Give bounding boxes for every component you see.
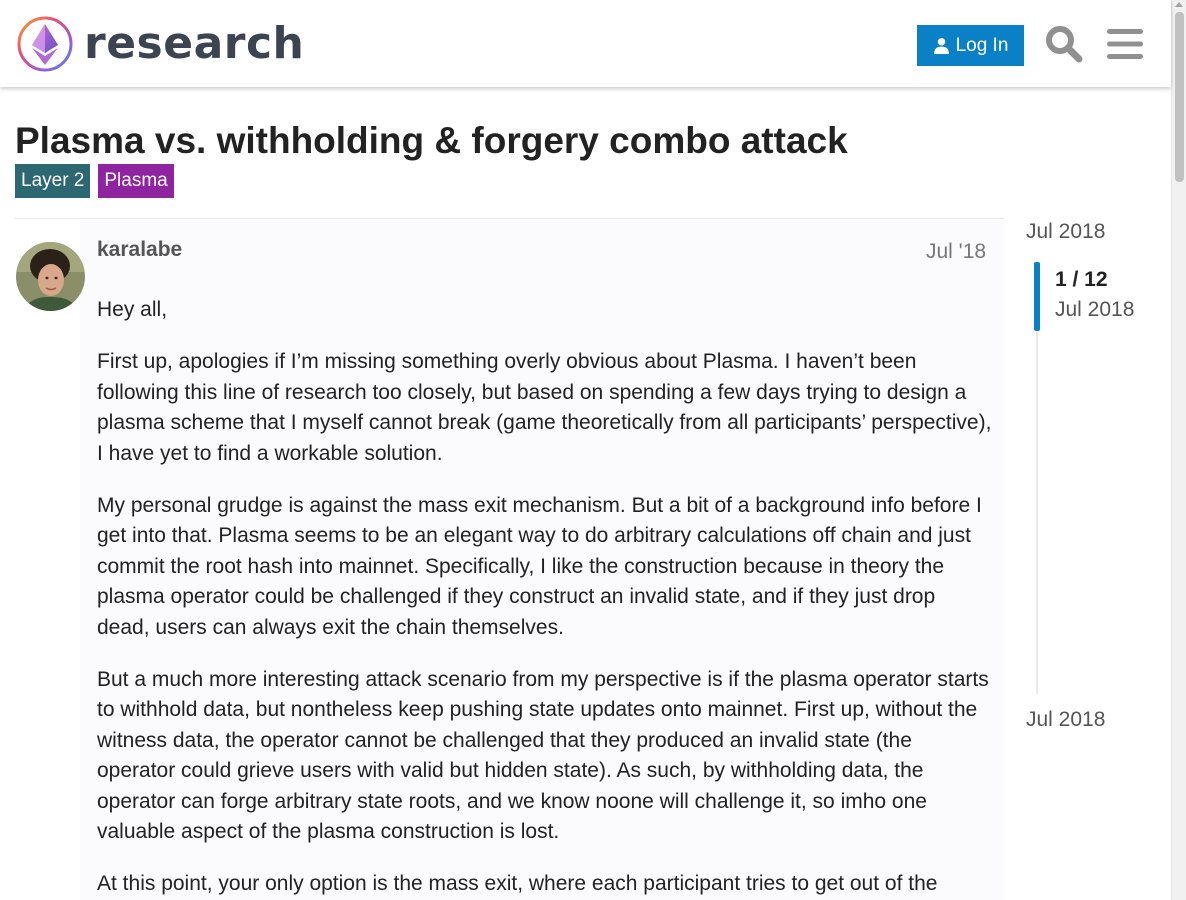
post-content: Hey all, First up, apologies if I’m miss…: [97, 295, 992, 900]
logo-wordmark: research: [84, 18, 305, 69]
post-date[interactable]: Jul '18: [926, 240, 986, 264]
scrollbar-thumb[interactable]: [1175, 12, 1184, 182]
user-avatar-image: [16, 242, 85, 311]
site-header: research Log In: [0, 0, 1171, 87]
login-label: Log In: [955, 34, 1009, 56]
tag-plasma[interactable]: Plasma: [98, 164, 174, 198]
timeline-position-date: Jul 2018: [1055, 298, 1135, 321]
post-username[interactable]: karalabe: [97, 238, 182, 262]
timeline-scroll-handle[interactable]: [1034, 262, 1040, 331]
tag-layer-2[interactable]: Layer 2: [15, 164, 91, 198]
topic-tags: Layer 2 Plasma: [15, 164, 174, 198]
timeline-position: 1 / 12: [1055, 268, 1108, 291]
search-icon: [1046, 26, 1083, 63]
login-button[interactable]: Log In: [917, 25, 1024, 66]
ethereum-logo-icon: [17, 16, 73, 72]
search-button[interactable]: [1042, 22, 1086, 66]
site-logo[interactable]: research: [16, 15, 304, 73]
post-paragraph: At this point, your only option is the m…: [97, 872, 938, 895]
timeline-start-date[interactable]: Jul 2018: [1026, 220, 1105, 244]
page-scrollbar[interactable]: [1171, 0, 1186, 900]
menu-button[interactable]: [1103, 22, 1147, 66]
user-icon: [933, 38, 949, 54]
timeline-end-date[interactable]: Jul 2018: [1026, 708, 1105, 732]
avatar[interactable]: [16, 242, 85, 311]
post-paragraph: My personal grudge is against the mass e…: [97, 493, 982, 639]
post-paragraph: But a much more interesting attack scena…: [97, 667, 989, 844]
post-paragraph: First up, apologies if I’m missing somet…: [97, 350, 992, 465]
scroll-up-arrow-icon[interactable]: [1175, 2, 1183, 7]
topic-title[interactable]: Plasma vs. withholding & forgery combo a…: [15, 118, 848, 164]
hamburger-menu-icon: [1107, 29, 1143, 59]
post-paragraph: Hey all,: [97, 298, 168, 321]
